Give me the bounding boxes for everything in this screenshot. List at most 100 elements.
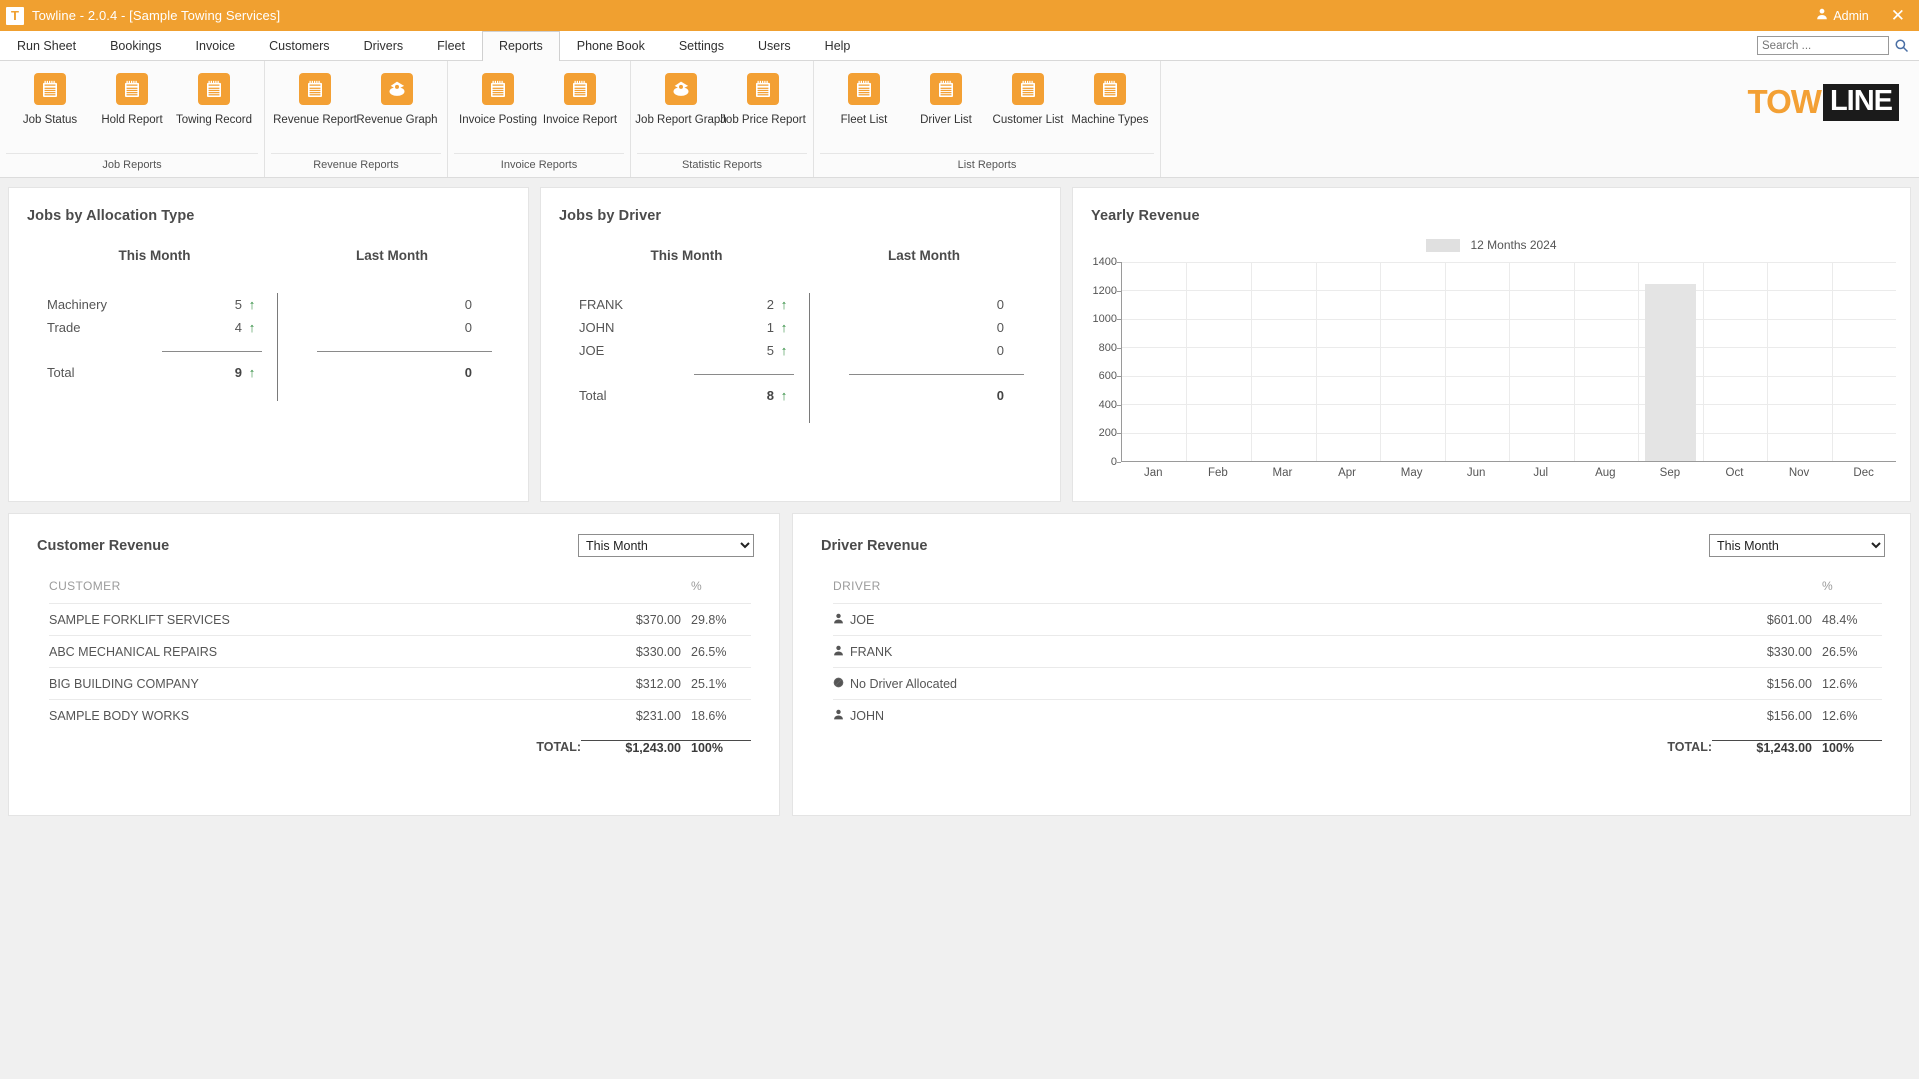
legend-swatch [1426,239,1460,252]
ribbon-button-label: Invoice Report [543,114,617,126]
title-bar: T Towline - 2.0.4 - [Sample Towing Servi… [0,0,1919,31]
revenue-row-name: BIG BUILDING COMPANY [49,677,581,691]
gridline [1638,262,1639,461]
ribbon-group-label: Statistic Reports [637,153,807,177]
stat-row: Machinery5↑ [47,293,262,316]
ribbon-button-label: Fleet List [841,114,888,126]
revenue-row[interactable]: JOHN$156.0012.6% [833,699,1882,731]
ribbon-button-towing-record[interactable]: Towing Record [173,69,255,150]
ribbon-button-label: Driver List [920,114,972,126]
ribbon-button-label: Invoice Posting [459,114,537,126]
stat-row-last: 0 [824,293,1024,316]
notepad-icon [1012,73,1044,105]
ribbon-button-job-status[interactable]: Job Status [9,69,91,150]
revenue-row-pct: 12.6% [1812,709,1882,723]
ribbon-button-invoice-posting[interactable]: Invoice Posting [457,69,539,150]
customer-revenue-card: Customer Revenue This MonthLast MonthThi… [8,513,780,816]
x-tick-label: Sep [1638,467,1703,479]
menu-item-drivers[interactable]: Drivers [347,31,421,60]
driver-revenue-period-select[interactable]: This MonthLast MonthThis YearLast Year [1709,534,1885,557]
ribbon-button-driver-list[interactable]: Driver List [905,69,987,150]
search-input[interactable] [1757,36,1889,55]
stat-row: JOE5↑ [579,339,794,362]
revenue-row-amount: $156.00 [1712,677,1812,691]
ribbon-button-revenue-graph[interactable]: Revenue Graph [356,69,438,150]
ribbon-group-job-reports: Job StatusHold ReportTowing RecordJob Re… [0,61,265,177]
dashboard-content: Jobs by Allocation Type This Month Last … [0,178,1919,1079]
user-menu[interactable]: Admin [1816,8,1868,23]
revenue-row-label: BIG BUILDING COMPANY [49,677,199,691]
ribbon-button-invoice-report[interactable]: Invoice Report [539,69,621,150]
person-icon [833,645,844,659]
stat-row-label: JOHN [579,320,614,335]
search-icon[interactable] [1894,38,1909,53]
ribbon-group-label: List Reports [820,153,1154,177]
revenue-row[interactable]: SAMPLE BODY WORKS$231.0018.6% [49,699,751,731]
menu-item-run-sheet[interactable]: Run Sheet [0,31,93,60]
ribbon-button-revenue-report[interactable]: Revenue Report [274,69,356,150]
y-tick-label: 600 [1099,370,1117,382]
revenue-row[interactable]: ABC MECHANICAL REPAIRS$330.0026.5% [49,635,751,667]
revenue-row[interactable]: No Driver Allocated$156.0012.6% [833,667,1882,699]
menu-item-bookings[interactable]: Bookings [93,31,178,60]
menu-item-phone-book[interactable]: Phone Book [560,31,662,60]
ribbon-button-fleet-list[interactable]: Fleet List [823,69,905,150]
menu-item-help[interactable]: Help [808,31,868,60]
x-tick-label: Apr [1315,467,1380,479]
revenue-row[interactable]: SAMPLE FORKLIFT SERVICES$370.0029.8% [49,603,751,635]
x-tick-label: Aug [1573,467,1638,479]
notepad-icon [299,73,331,105]
menu-item-reports[interactable]: Reports [482,31,560,61]
menu-item-invoice[interactable]: Invoice [179,31,253,60]
ribbon-button-job-price-report[interactable]: Job Price Report [722,69,804,150]
driver-total-label: TOTAL: [1592,740,1712,754]
customer-revenue-period-select[interactable]: This MonthLast MonthThis YearLast Year [578,534,754,557]
ribbon-group-revenue-reports: Revenue ReportRevenue GraphRevenue Repor… [265,61,448,177]
y-tick-label: 1000 [1093,313,1117,325]
brand-logo-tow: TOW [1748,83,1821,121]
stat-total-last-value: 0 [292,365,472,380]
chart-plot-area [1121,262,1896,462]
pie-chart-icon [665,73,697,105]
revenue-row-name: SAMPLE FORKLIFT SERVICES [49,613,581,627]
ribbon-button-machine-types[interactable]: Machine Types [1069,69,1151,150]
close-icon[interactable]: ✕ [1887,7,1909,24]
revenue-row-pct: 29.8% [681,613,751,627]
chart-bar-sep[interactable] [1645,284,1696,461]
ribbon-button-hold-report[interactable]: Hold Report [91,69,173,150]
stat-row-label: JOE [579,343,604,358]
revenue-row[interactable]: FRANK$330.0026.5% [833,635,1882,667]
chart-legend: 12 Months 2024 [1087,238,1896,252]
stat-total-value: 9 [74,365,242,380]
revenue-row[interactable]: JOE$601.0048.4% [833,603,1882,635]
ribbon-button-label: Hold Report [101,114,162,126]
driver-col-header: DRIVER [833,579,1712,593]
customer-total-label: TOTAL: [461,740,581,754]
stat-row-last-value: 0 [824,343,1004,358]
x-tick-label: Nov [1767,467,1832,479]
total-separator [162,351,262,352]
revenue-row[interactable]: BIG BUILDING COMPANY$312.0025.1% [49,667,751,699]
menu-item-customers[interactable]: Customers [252,31,346,60]
search-area [1757,31,1919,60]
pie-chart-icon [381,73,413,105]
notepad-icon [564,73,596,105]
ribbon-button-job-report-graph[interactable]: Job Report Graph [640,69,722,150]
customer-total-amount: $1,243.00 [581,740,681,755]
allocation-col-this-month: This Month [47,248,262,263]
stat-row-last-value: 0 [824,320,1004,335]
ribbon-button-customer-list[interactable]: Customer List [987,69,1069,150]
menu-item-fleet[interactable]: Fleet [420,31,482,60]
gridline [1186,262,1187,461]
y-tick-label: 1200 [1093,285,1117,297]
trend-up-icon: ↑ [774,297,794,312]
driver-total-pct: 100% [1812,740,1882,755]
revenue-row-name: ABC MECHANICAL REPAIRS [49,645,581,659]
notepad-icon [747,73,779,105]
ribbon-button-label: Job Price Report [720,114,806,126]
trend-up-icon: ↑ [774,388,794,403]
stat-total-row-last: 0 [824,384,1024,407]
revenue-row-pct: 18.6% [681,709,751,723]
menu-item-settings[interactable]: Settings [662,31,741,60]
menu-item-users[interactable]: Users [741,31,808,60]
